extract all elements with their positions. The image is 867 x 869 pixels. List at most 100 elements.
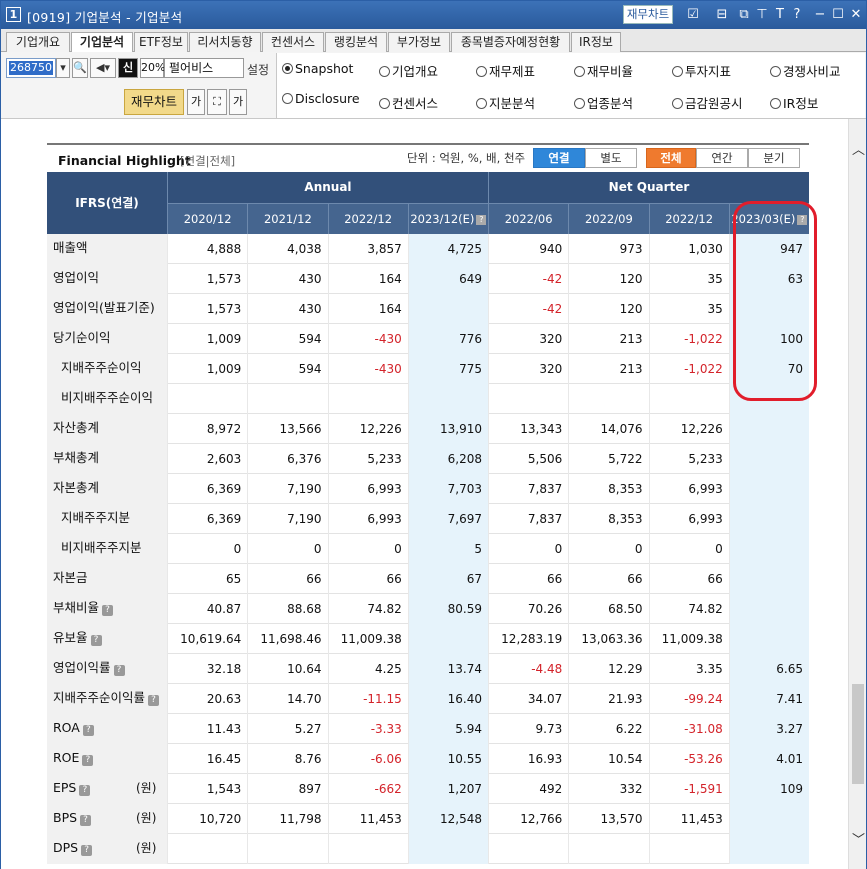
vertical-scrollbar[interactable]: ︿ ﹀ [848, 119, 866, 869]
radio-equity-analysis[interactable]: 지분분석 [476, 93, 535, 112]
capture-icon[interactable]: ⛶ [207, 89, 227, 115]
radio-competitor-compare[interactable]: 경쟁사비교 [770, 61, 841, 80]
help-icon[interactable]: ? [788, 6, 806, 24]
help-icon[interactable]: ? [476, 215, 487, 225]
table-cell: 213 [568, 324, 648, 354]
table-cell: 66 [568, 564, 648, 594]
checkbox-icon[interactable]: ☑ [684, 6, 702, 24]
tab-company-analysis[interactable]: 기업분석 [71, 32, 133, 53]
fin-chart-title-button[interactable]: 재무차트 [623, 5, 673, 24]
annual-button[interactable]: 연간 [696, 148, 748, 168]
table-cell [327, 384, 408, 414]
table-cell [728, 474, 809, 504]
font-icon[interactable]: T [771, 6, 789, 24]
font-up-icon[interactable]: 가 [229, 89, 247, 115]
table-cell: 5,506 [488, 444, 568, 474]
radio-consensus[interactable]: 컨센서스 [379, 93, 438, 112]
limit-percent: 20% [140, 58, 165, 78]
table-cell: 16.93 [488, 744, 568, 774]
table-cell: 40.87 [167, 594, 247, 624]
scroll-thumb[interactable] [852, 684, 864, 784]
tab-capital-increase[interactable]: 종목별증자예정현황 [451, 32, 570, 52]
table-cell: 11,009.38 [327, 624, 408, 654]
table-row: DPS? (원) [47, 834, 809, 864]
radio-disclosure[interactable]: Disclosure [282, 91, 360, 106]
radio-company-overview[interactable]: 기업개요 [379, 61, 438, 80]
row-label-text: 자산총계 [53, 420, 100, 435]
table-cell: 6.22 [568, 714, 648, 744]
company-name-field[interactable]: 펄어비스 [164, 58, 244, 78]
table-cell: 12,226 [327, 414, 408, 444]
separate-button[interactable]: 별도 [585, 148, 637, 168]
help-icon[interactable]: ? [102, 605, 114, 616]
table-cell [167, 384, 247, 414]
table-cell: 12,766 [488, 804, 568, 834]
quarterly-button[interactable]: 분기 [748, 148, 800, 168]
radio-dot-icon [672, 66, 683, 77]
column-header: 2021/12 [247, 203, 328, 234]
tab-ranking[interactable]: 랭킹분석 [325, 32, 387, 52]
radio-industry-analysis[interactable]: 업종분석 [574, 93, 633, 112]
table-cell: 34.07 [488, 684, 568, 714]
table-cell: 6,993 [327, 504, 408, 534]
minimize-icon[interactable]: − [811, 6, 829, 24]
scroll-up-icon[interactable]: ︿ [852, 139, 865, 158]
row-label-text: DPS [53, 840, 79, 855]
tab-consensus[interactable]: 컨센서스 [262, 32, 324, 52]
view-radio-group: Snapshot 기업개요 재무제표 재무비율 투자지표 경쟁사비교 Discl… [276, 53, 865, 118]
table-cell: 1,030 [648, 234, 729, 264]
table-cell: -99.24 [648, 684, 729, 714]
speaker-icon[interactable]: ◀▾ [90, 58, 116, 78]
setting-label[interactable]: 설정 [247, 61, 269, 78]
table-cell [488, 384, 568, 414]
code-dropdown-icon[interactable]: ▾ [56, 58, 70, 78]
financial-chart-button[interactable]: 재무차트 [124, 89, 184, 115]
duplicate-icon[interactable]: ⧉ [735, 6, 753, 24]
table-cell: 5,722 [568, 444, 648, 474]
column-header-label: 2020/12 [183, 212, 232, 226]
radio-financial-statements[interactable]: 재무제표 [476, 61, 535, 80]
consolidated-button[interactable]: 연결 [533, 148, 585, 168]
radio-financial-ratios[interactable]: 재무비율 [574, 61, 633, 80]
font-size-icon[interactable]: 가 [187, 89, 205, 115]
tab-ir-info[interactable]: IR정보 [571, 32, 621, 52]
help-icon[interactable]: ? [148, 695, 160, 706]
radio-snapshot[interactable]: Snapshot [282, 61, 353, 76]
radio-ir-info[interactable]: IR정보 [770, 93, 818, 112]
row-label: 부채비율? [47, 594, 167, 624]
search-icon[interactable]: 🔍 [72, 58, 88, 78]
help-icon[interactable]: ? [79, 785, 91, 796]
table-cell: 973 [568, 234, 648, 264]
stock-code-input[interactable]: 268750 [6, 58, 56, 78]
row-label[interactable]: 비지배주주순이익 [47, 384, 167, 414]
tab-etf-info[interactable]: ETF정보 [134, 32, 188, 52]
help-icon[interactable]: ? [81, 845, 93, 856]
table-cell: 12,283.19 [488, 624, 568, 654]
help-icon[interactable]: ? [82, 725, 94, 736]
close-icon[interactable]: ✕ [847, 6, 865, 24]
table-cell [407, 294, 488, 324]
pin-icon[interactable]: ⊤ [753, 6, 771, 24]
help-icon[interactable]: ? [90, 635, 102, 646]
tab-company-overview[interactable]: 기업개요 [6, 32, 70, 52]
radio-investment-index[interactable]: 투자지표 [672, 61, 731, 80]
content-area: Financial Highlight [연결|전체] 단위 : 억원, %, … [1, 119, 848, 869]
row-label-text: 부채비율 [53, 600, 100, 615]
radio-fss-disclosure[interactable]: 금감원공시 [672, 93, 743, 112]
tab-extra-info[interactable]: 부가정보 [388, 32, 450, 52]
maximize-icon[interactable]: ☐ [829, 6, 847, 24]
help-icon[interactable]: ? [82, 755, 94, 766]
help-icon[interactable]: ? [80, 815, 92, 826]
tab-research[interactable]: 리서치동향 [189, 32, 261, 52]
table-cell: -1,022 [648, 354, 729, 384]
all-period-button[interactable]: 전체 [646, 148, 696, 168]
table-cell: 5 [407, 534, 488, 564]
column-header: 2022/09 [568, 203, 649, 234]
layout-icon[interactable]: ⊟ [713, 6, 731, 24]
row-label: 영업이익 [47, 264, 167, 294]
table-cell: 649 [407, 264, 488, 294]
table-cell: -42 [488, 294, 568, 324]
table-cell: -11.15 [327, 684, 408, 714]
help-icon[interactable]: ? [113, 665, 125, 676]
scroll-down-icon[interactable]: ﹀ [852, 829, 865, 848]
